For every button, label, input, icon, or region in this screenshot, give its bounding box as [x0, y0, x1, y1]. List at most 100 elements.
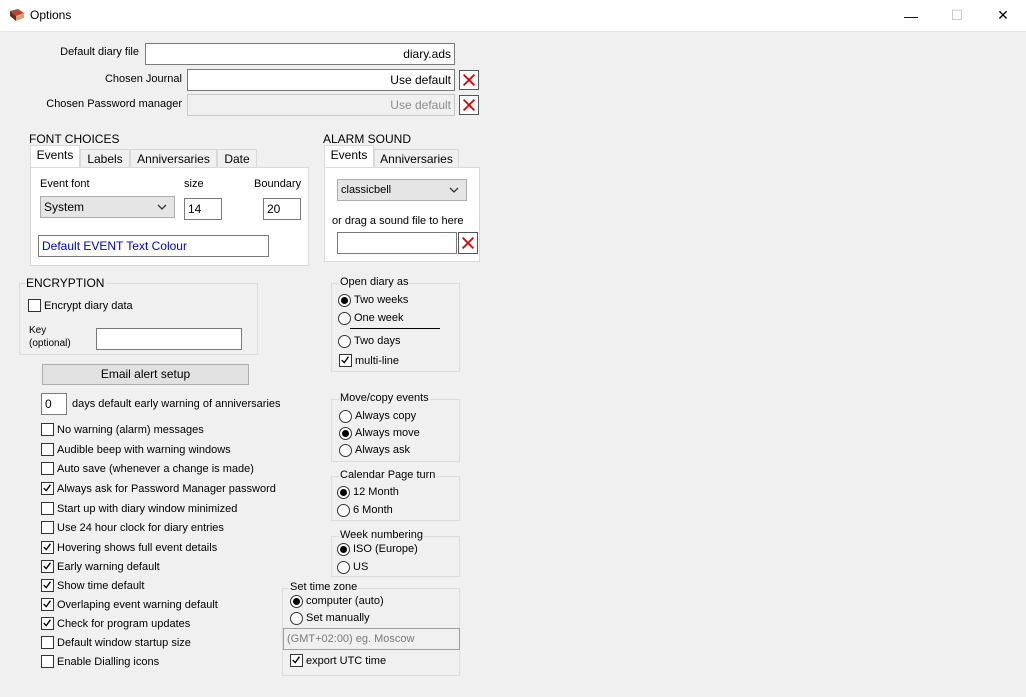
chosen-journal-field[interactable]: Use default — [187, 69, 455, 91]
option-label: Show time default — [57, 580, 145, 592]
option-checkbox[interactable] — [41, 598, 54, 611]
multi-line-checkbox[interactable] — [339, 354, 352, 367]
event-text-colour-button[interactable]: Default EVENT Text Colour — [38, 235, 269, 257]
always-move-radio[interactable] — [339, 427, 352, 440]
option-label: Auto save (whenever a change is made) — [57, 463, 254, 475]
iso-week-radio[interactable] — [337, 543, 350, 556]
minimize-button[interactable]: — — [888, 0, 934, 31]
option-checkbox[interactable] — [41, 560, 54, 573]
option-checkbox[interactable] — [41, 423, 54, 436]
multi-line-label: multi-line — [355, 355, 400, 367]
six-month-label: 6 Month — [353, 504, 393, 516]
option-checkbox[interactable] — [41, 502, 54, 515]
warning-days-input[interactable]: 0 — [41, 393, 67, 415]
option-label: Audible beep with warning windows — [57, 444, 231, 456]
iso-week-label: ISO (Europe) — [353, 543, 418, 555]
option-label: Use 24 hour clock for diary entries — [57, 522, 224, 534]
us-week-radio[interactable] — [337, 561, 350, 574]
warning-days-label: days default early warning of anniversar… — [72, 398, 281, 410]
tz-manual-select[interactable]: (GMT+02:00) eg. Moscow — [283, 628, 460, 650]
tab-font-labels[interactable]: Labels — [80, 149, 130, 168]
two-days-radio[interactable] — [338, 335, 351, 348]
sound-file-drop-field[interactable] — [337, 232, 457, 254]
chevron-down-icon — [449, 187, 459, 193]
one-week-radio[interactable] — [338, 312, 351, 325]
option-label: Always ask for Password Manager password — [57, 483, 276, 495]
option-label: Check for program updates — [57, 618, 191, 630]
title-bar: Options — ☐ ✕ — [0, 0, 1026, 32]
tz-manual-radio[interactable] — [290, 612, 303, 625]
always-ask-label: Always ask — [355, 444, 411, 456]
tab-alarm-events[interactable]: Events — [324, 145, 374, 167]
key-optional-label: (optional) — [29, 338, 71, 349]
default-diary-label: Default diary file — [60, 46, 139, 58]
window-title: Options — [30, 8, 72, 22]
clear-sound-icon[interactable] — [458, 232, 478, 254]
event-font-select[interactable]: System — [40, 196, 175, 218]
boundary-input[interactable]: 20 — [263, 198, 301, 220]
encryption-title: ENCRYPTION — [26, 276, 107, 290]
default-diary-field[interactable]: diary.ads — [145, 43, 455, 65]
two-weeks-label: Two weeks — [354, 294, 409, 306]
option-label: Early warning default — [57, 561, 160, 573]
export-utc-label: export UTC time — [306, 655, 387, 667]
option-checkbox[interactable] — [41, 636, 54, 649]
clear-password-manager-icon[interactable] — [459, 95, 479, 115]
checkmark-icon — [292, 656, 301, 664]
encrypt-checkbox[interactable] — [28, 299, 41, 312]
option-label: No warning (alarm) messages — [57, 424, 204, 436]
twelve-month-radio[interactable] — [337, 486, 350, 499]
checkmark-icon — [43, 484, 52, 492]
password-manager-field[interactable]: Use default — [187, 94, 455, 116]
tab-font-date[interactable]: Date — [217, 149, 257, 168]
option-checkbox[interactable] — [41, 541, 54, 554]
minimize-icon: — — [904, 7, 918, 24]
always-ask-radio[interactable] — [339, 444, 352, 457]
size-label: size — [184, 178, 204, 190]
six-month-radio[interactable] — [337, 504, 350, 517]
always-move-label: Always move — [355, 427, 420, 439]
calendar-turn-title: Calendar Page turn — [339, 469, 437, 481]
twelve-month-label: 12 Month — [353, 486, 399, 498]
always-copy-radio[interactable] — [339, 410, 352, 423]
tz-manual-label: Set manually — [306, 612, 370, 624]
option-checkbox[interactable] — [41, 617, 54, 630]
chosen-journal-label: Chosen Journal — [104, 73, 182, 85]
email-alert-setup-button[interactable]: Email alert setup — [42, 364, 249, 385]
password-manager-label: Chosen Password manager — [46, 98, 182, 110]
tab-alarm-anniversaries[interactable]: Anniversaries — [374, 149, 459, 168]
two-weeks-radio[interactable] — [338, 294, 351, 307]
option-checkbox[interactable] — [41, 482, 54, 495]
checkmark-icon — [43, 581, 52, 589]
close-icon: ✕ — [997, 7, 1009, 23]
option-checkbox[interactable] — [41, 655, 54, 668]
checkmark-icon — [43, 543, 52, 551]
drag-sound-label: or drag a sound file to here — [332, 215, 464, 227]
open-diary-title: Open diary as — [339, 276, 410, 288]
time-zone-title: Set time zone — [289, 581, 359, 593]
boundary-label: Boundary — [254, 178, 302, 190]
maximize-button[interactable]: ☐ — [934, 0, 980, 31]
always-copy-label: Always copy — [355, 410, 417, 422]
alarm-sound-select[interactable]: classicbell — [337, 179, 467, 201]
tab-font-events[interactable]: Events — [30, 145, 80, 167]
option-checkbox[interactable] — [41, 521, 54, 534]
option-label: Start up with diary window minimized — [57, 503, 238, 515]
divider — [350, 328, 440, 329]
tab-font-anniversaries[interactable]: Anniversaries — [130, 149, 217, 168]
close-button[interactable]: ✕ — [980, 0, 1026, 31]
option-checkbox[interactable] — [41, 443, 54, 456]
export-utc-checkbox[interactable] — [290, 654, 303, 667]
option-checkbox[interactable] — [41, 579, 54, 592]
week-numbering-title: Week numbering — [339, 529, 424, 541]
option-label: Enable Dialling icons — [57, 656, 160, 668]
option-checkbox[interactable] — [41, 462, 54, 475]
clear-journal-icon[interactable] — [459, 70, 479, 90]
font-size-input[interactable]: 14 — [184, 198, 222, 220]
tz-auto-radio[interactable] — [290, 595, 303, 608]
encryption-key-input[interactable] — [96, 328, 242, 350]
checkmark-icon — [43, 600, 52, 608]
one-week-label: One week — [354, 312, 404, 324]
checkmark-icon — [43, 619, 52, 627]
checkmark-icon — [341, 356, 350, 364]
